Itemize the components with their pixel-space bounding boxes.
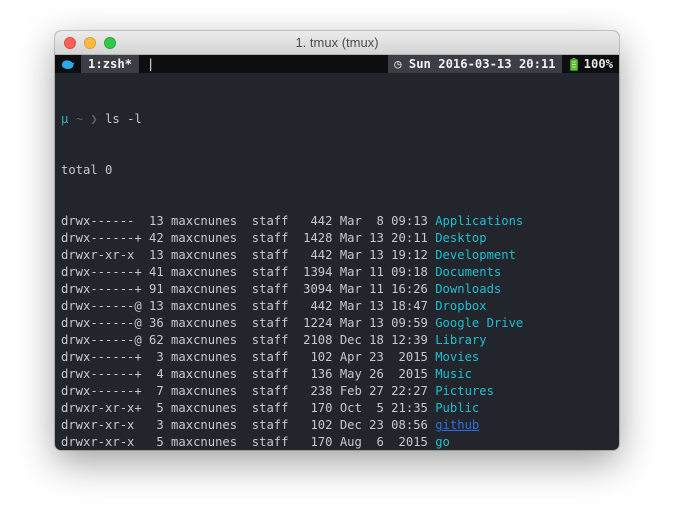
listing-row: drwx------@ 62 maxcnunes staff 2108 Dec … (61, 332, 619, 349)
entry-details: drwx------ 13 maxcnunes staff 442 Mar 8 … (61, 214, 436, 228)
listing-row: drwx------+ 4 maxcnunes staff 136 May 26… (61, 366, 619, 383)
total-line: total 0 (61, 163, 113, 177)
entry-details: drwx------@ 36 maxcnunes staff 1224 Mar … (61, 316, 436, 330)
entry-details: drwxr-xr-x+ 5 maxcnunes staff 170 Oct 5 … (61, 401, 436, 415)
directory-listing: drwx------ 13 maxcnunes staff 442 Mar 8 … (61, 213, 619, 450)
entry-details: drwxr-xr-x 3 maxcnunes staff 102 Dec 23 … (61, 418, 436, 432)
command-text: ls -l (105, 112, 142, 126)
listing-row: drwxr-xr-x 5 maxcnunes staff 170 Aug 6 2… (61, 434, 619, 450)
tmux-status-bar: 1:zsh* | ◷ Sun 2016-03-13 20:11 100% (55, 55, 619, 73)
entry-details: drwx------+ 41 maxcnunes staff 1394 Mar … (61, 265, 436, 279)
terminal-window: 1. tmux (tmux) 1:zsh* | ◷ Sun 2016-03-13… (55, 31, 619, 450)
directory-name: Library (435, 333, 487, 347)
listing-row: drwx------+ 3 maxcnunes staff 102 Apr 23… (61, 349, 619, 366)
title-bar[interactable]: 1. tmux (tmux) (55, 31, 619, 55)
directory-name: Downloads (435, 282, 502, 296)
directory-name: Google Drive (435, 316, 524, 330)
command-line: μ ~ ❯ ls -l (61, 111, 619, 128)
directory-name[interactable]: github (435, 418, 479, 432)
listing-row: drwxr-xr-x 3 maxcnunes staff 102 Dec 23 … (61, 417, 619, 434)
directory-name: Dropbox (435, 299, 487, 313)
entry-details: drwx------@ 62 maxcnunes staff 2108 Dec … (61, 333, 436, 347)
entry-details: drwx------+ 91 maxcnunes staff 3094 Mar … (61, 282, 436, 296)
directory-name: Documents (435, 265, 502, 279)
directory-name: Public (435, 401, 480, 415)
listing-row: drwx------@ 36 maxcnunes staff 1224 Mar … (61, 315, 619, 332)
directory-name: go (435, 435, 450, 449)
battery-level: 100% (583, 57, 613, 71)
terminal-output[interactable]: μ ~ ❯ ls -l total 0 drwx------ 13 maxcnu… (55, 73, 619, 450)
entry-details: drwx------@ 13 maxcnunes staff 442 Mar 1… (61, 299, 436, 313)
prompt-symbol: μ (61, 112, 69, 126)
bird-icon (55, 55, 81, 73)
entry-details: drwxr-xr-x 13 maxcnunes staff 442 Mar 13… (61, 248, 436, 262)
listing-row: drwxr-xr-x+ 5 maxcnunes staff 170 Oct 5 … (61, 400, 619, 417)
entry-details: drwxr-xr-x 5 maxcnunes staff 170 Aug 6 2… (61, 435, 436, 449)
pane-indicator: | (147, 57, 155, 71)
battery-icon (569, 57, 578, 71)
listing-row: drwx------+ 41 maxcnunes staff 1394 Mar … (61, 264, 619, 281)
entry-details: drwx------+ 42 maxcnunes staff 1428 Mar … (61, 231, 436, 245)
listing-row: drwx------@ 13 maxcnunes staff 442 Mar 1… (61, 298, 619, 315)
directory-name: Desktop (435, 231, 487, 245)
window-title: 1. tmux (tmux) (295, 35, 379, 50)
listing-row: drwxr-xr-x 13 maxcnunes staff 442 Mar 13… (61, 247, 619, 264)
directory-name: Applications (435, 214, 524, 228)
tmux-window-tab[interactable]: 1:zsh* (81, 55, 140, 73)
listing-row: drwx------+ 91 maxcnunes staff 3094 Mar … (61, 281, 619, 298)
directory-name: Movies (435, 350, 480, 364)
directory-name: Development (435, 248, 516, 262)
prompt-arrow: ❯ (90, 112, 98, 126)
listing-row: drwx------ 13 maxcnunes staff 442 Mar 8 … (61, 213, 619, 230)
prompt-path: ~ (75, 112, 84, 126)
status-clock: ◷ Sun 2016-03-13 20:11 (388, 55, 562, 73)
listing-row: drwx------+ 42 maxcnunes staff 1428 Mar … (61, 230, 619, 247)
battery-status: 100% (562, 55, 619, 73)
entry-details: drwx------+ 3 maxcnunes staff 102 Apr 23… (61, 350, 436, 364)
directory-name: Pictures (435, 384, 494, 398)
listing-row: drwx------+ 7 maxcnunes staff 238 Feb 27… (61, 383, 619, 400)
entry-details: drwx------+ 4 maxcnunes staff 136 May 26… (61, 367, 436, 381)
directory-name: Music (435, 367, 472, 381)
entry-details: drwx------+ 7 maxcnunes staff 238 Feb 27… (61, 384, 436, 398)
